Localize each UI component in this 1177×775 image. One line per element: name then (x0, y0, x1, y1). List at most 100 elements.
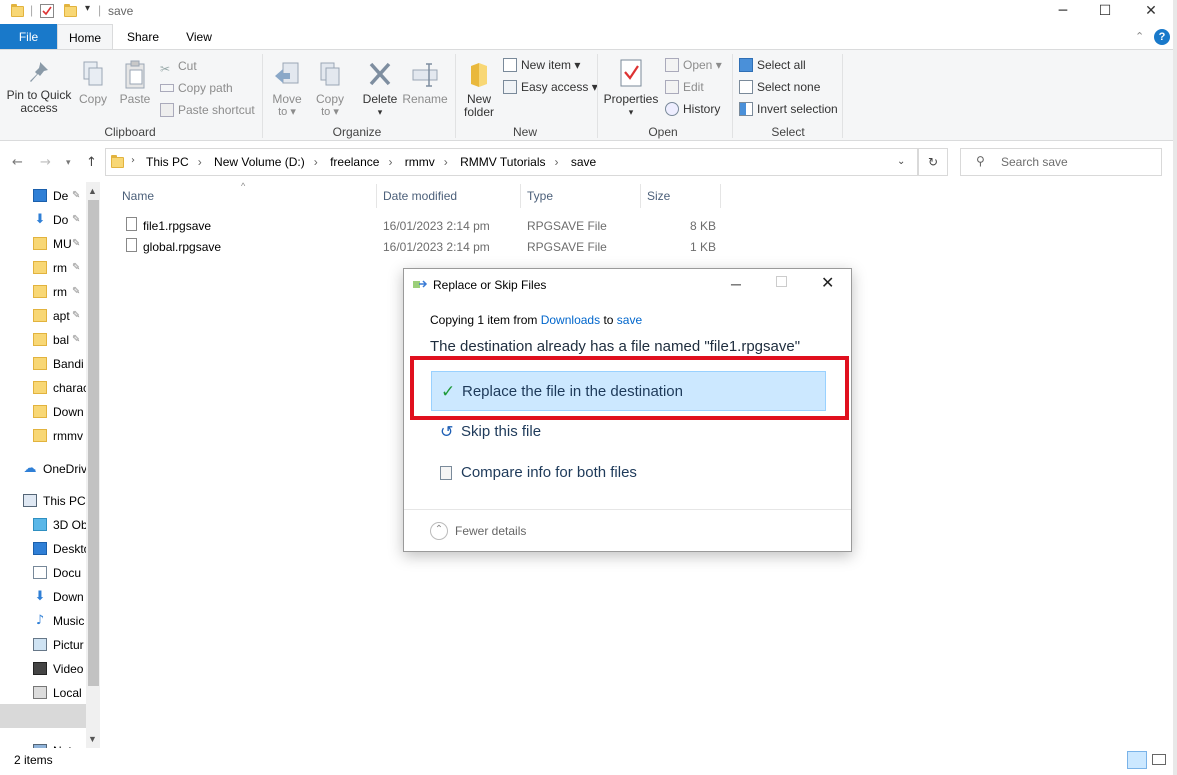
scroll-up-icon[interactable]: ▲ (88, 186, 97, 196)
sidebar-item[interactable]: charac (0, 376, 86, 400)
refresh-button[interactable]: ↻ (918, 148, 948, 176)
column-header-name[interactable]: Name (122, 189, 154, 203)
large-icons-view-icon[interactable] (1152, 754, 1166, 765)
sidebar-item[interactable]: rmmv (0, 424, 86, 448)
sidebar-item[interactable]: Docu (0, 561, 86, 585)
sidebar-item[interactable]: Local (0, 681, 86, 705)
sidebar-item[interactable]: apt ✎ (0, 304, 86, 328)
history-button[interactable]: History (665, 102, 720, 116)
sidebar-item[interactable]: De ✎ (0, 184, 86, 208)
file-type: RPGSAVE File (527, 219, 607, 233)
sidebar-item[interactable]: rm ✎ (0, 280, 86, 304)
maximize-button[interactable]: ☐ (1082, 0, 1128, 24)
back-icon[interactable]: ← (12, 155, 23, 170)
compare-option[interactable]: Compare info for both files (431, 453, 826, 493)
column-header-type[interactable]: Type (527, 189, 553, 203)
chevron-right-icon[interactable]: › (388, 155, 392, 169)
paste-button[interactable]: Paste (117, 60, 153, 106)
invert-selection-button[interactable]: Invert selection (739, 102, 838, 116)
column-separator[interactable] (640, 184, 641, 208)
sidebar-item[interactable]: rm ✎ (0, 256, 86, 280)
delete-dropdown-icon[interactable]: ▾ (360, 106, 400, 119)
breadcrumb-item[interactable]: rmmv (405, 155, 435, 169)
sidebar-item[interactable]: Pictur (0, 633, 86, 657)
cut-button[interactable]: ✂ Cut (160, 59, 197, 76)
sidebar-item[interactable]: 3D Ob (0, 513, 86, 537)
select-none-button[interactable]: Select none (739, 80, 820, 94)
up-icon[interactable]: ↑ (86, 155, 97, 170)
copy-path-button[interactable]: Copy path (160, 81, 233, 95)
group-label-organize: Organize (332, 125, 382, 139)
delete-button[interactable]: Delete ▾ (360, 60, 400, 119)
destination-link[interactable]: save (617, 313, 642, 327)
chevron-right-icon[interactable]: › (314, 155, 318, 169)
open-button[interactable]: Open ▾ (665, 58, 722, 72)
edit-button[interactable]: Edit (665, 80, 704, 94)
column-separator[interactable] (720, 184, 721, 208)
table-row[interactable]: file1.rpgsave 16/01/2023 2:14 pm RPGSAVE… (118, 215, 718, 236)
tab-home[interactable]: Home (57, 24, 113, 50)
sidebar-item[interactable]: ⬇ Do ✎ (0, 208, 86, 232)
forward-icon[interactable]: → (40, 155, 51, 170)
breadcrumb-item[interactable]: freelance (330, 155, 379, 169)
properties-button[interactable]: Properties ▾ (602, 58, 660, 119)
sidebar-item[interactable]: This PC (0, 489, 86, 513)
breadcrumb-item[interactable]: New Volume (D:) (214, 155, 305, 169)
collapse-ribbon-icon[interactable]: ⌃ (1135, 30, 1144, 43)
close-button[interactable]: ✕ (1128, 0, 1174, 24)
table-row[interactable]: global.rpgsave 16/01/2023 2:14 pm RPGSAV… (118, 236, 718, 257)
select-all-button[interactable]: Select all (739, 58, 806, 72)
new-folder-button[interactable]: New folder (460, 60, 498, 119)
details-view-icon[interactable] (1127, 751, 1147, 769)
sidebar-item[interactable]: Video (0, 657, 86, 681)
group-label-select: Select (771, 125, 805, 139)
column-header-size[interactable]: Size (647, 189, 670, 203)
sidebar-item[interactable]: ♪ Music (0, 609, 86, 633)
help-icon[interactable]: ? (1154, 29, 1170, 45)
column-header-date[interactable]: Date modified (383, 189, 457, 203)
breadcrumb-item[interactable]: save (571, 155, 596, 169)
new-item-button[interactable]: New item ▾ (503, 58, 580, 72)
copy-button[interactable]: Copy (76, 60, 110, 106)
chevron-right-icon[interactable]: › (131, 155, 135, 166)
breadcrumb-item[interactable]: RMMV Tutorials (460, 155, 545, 169)
tab-view[interactable]: View (176, 24, 222, 50)
column-separator[interactable] (520, 184, 521, 208)
minimize-button[interactable]: ─ (731, 276, 741, 292)
tab-share[interactable]: Share (120, 24, 166, 50)
sidebar-item[interactable]: Bandi (0, 352, 86, 376)
sidebar-item[interactable]: ☁ OneDriv (0, 457, 87, 481)
address-dropdown-icon[interactable]: ⌄ (897, 156, 905, 167)
sidebar-item[interactable]: Down (0, 400, 86, 424)
divider (404, 509, 851, 510)
minimize-button[interactable]: ─ (1040, 0, 1086, 24)
nav-scrollbar-thumb[interactable] (88, 200, 99, 686)
sidebar-item[interactable]: Networ (0, 739, 86, 748)
tab-file[interactable]: File (0, 24, 57, 50)
close-button[interactable]: ✕ (821, 273, 834, 292)
sidebar-item[interactable]: bal ✎ (0, 328, 86, 352)
copy-to-button[interactable]: Copy to ▾ (311, 60, 349, 119)
column-separator[interactable] (376, 184, 377, 208)
new-folder-quick-icon[interactable] (64, 4, 77, 17)
search-input[interactable]: Search save (1001, 155, 1068, 169)
source-link[interactable]: Downloads (541, 313, 600, 327)
search-box[interactable]: ⚲ Search save (960, 148, 1162, 176)
rename-button[interactable]: Rename (402, 60, 448, 106)
move-to-button[interactable]: Move to ▾ (268, 60, 306, 119)
pin-to-quick-access-button[interactable]: Pin to Quick access (4, 60, 74, 115)
sidebar-item[interactable]: MU ✎ (0, 232, 86, 256)
paste-shortcut-button[interactable]: Paste shortcut (160, 103, 255, 117)
sidebar-item[interactable]: ⬇ Down (0, 585, 86, 609)
properties-quick-icon[interactable] (40, 4, 54, 18)
scroll-down-icon[interactable]: ▼ (88, 734, 97, 744)
properties-dropdown-icon[interactable]: ▾ (602, 106, 660, 119)
chevron-right-icon[interactable]: › (198, 155, 202, 169)
recent-locations-icon[interactable]: ▾ (66, 158, 71, 168)
easy-access-button[interactable]: Easy access ▾ (503, 80, 598, 94)
sidebar-item[interactable]: Deskto (0, 537, 86, 561)
customize-quick-access-icon[interactable]: ▾ (85, 3, 90, 14)
chevron-right-icon[interactable]: › (444, 155, 448, 169)
chevron-right-icon[interactable]: › (555, 155, 559, 169)
breadcrumb-item[interactable]: This PC (146, 155, 189, 169)
